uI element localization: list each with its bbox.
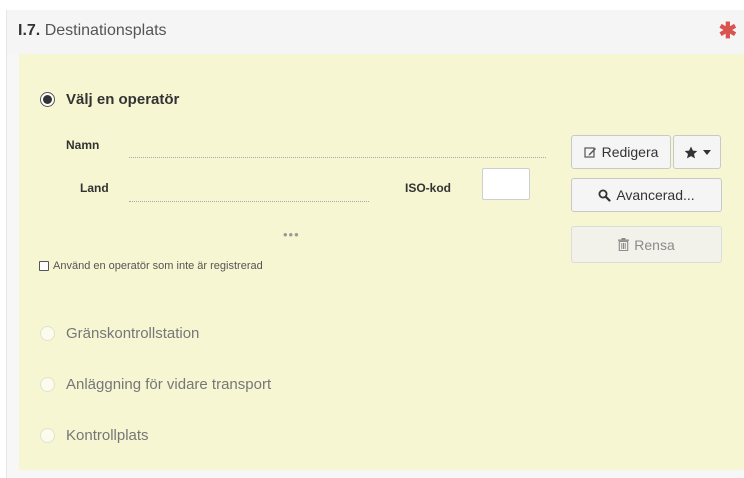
- clear-button-label: Rensa: [634, 236, 675, 253]
- section-title-text: Destinationsplats: [44, 22, 167, 39]
- destination-form: Välj en operatör Namn Land ISO-kod ••• A…: [19, 54, 744, 470]
- name-field[interactable]: [129, 157, 546, 158]
- caret-down-icon: [702, 149, 711, 155]
- name-label: Namn: [66, 138, 100, 152]
- country-label: Land: [80, 181, 109, 195]
- radio-border-station-label: Gränskontrollstation: [66, 325, 200, 342]
- unregistered-operator-checkbox[interactable]: [39, 261, 49, 271]
- iso-code-input[interactable]: [482, 168, 530, 200]
- unregistered-operator-label: Använd en operatör som inte är registrer…: [53, 260, 263, 272]
- radio-operator-label: Välj en operatör: [66, 91, 180, 108]
- trash-icon: [618, 238, 630, 251]
- clear-button[interactable]: Rensa: [571, 226, 722, 263]
- country-field[interactable]: [129, 201, 369, 202]
- radio-border-station[interactable]: Gränskontrollstation: [40, 325, 199, 342]
- radio-onward-transport-label: Anläggning för vidare transport: [66, 376, 272, 393]
- radio-operator-button[interactable]: [40, 92, 55, 107]
- advanced-search-button[interactable]: Avancerad...: [571, 178, 722, 212]
- advanced-search-label: Avancerad...: [616, 187, 695, 203]
- iso-code-label: ISO-kod: [405, 181, 452, 195]
- destination-panel: I.7. Destinationsplats ✱ Välj en operatö…: [6, 10, 744, 478]
- edit-button-label: Redigera: [601, 144, 659, 160]
- more-options-button[interactable]: •••: [283, 227, 300, 242]
- radio-onward-transport-button[interactable]: [40, 377, 55, 392]
- edit-icon: [583, 146, 596, 158]
- radio-operator[interactable]: Välj en operatör: [40, 91, 179, 108]
- favorites-dropdown-button[interactable]: [673, 135, 721, 169]
- radio-control-point[interactable]: Kontrollplats: [40, 427, 149, 444]
- radio-onward-transport[interactable]: Anläggning för vidare transport: [40, 376, 271, 393]
- edit-button[interactable]: Redigera: [571, 135, 671, 169]
- search-icon: [598, 189, 611, 202]
- radio-control-point-label: Kontrollplats: [66, 427, 149, 444]
- section-number: I.7.: [18, 22, 41, 39]
- panel-header: I.7. Destinationsplats ✱: [7, 10, 744, 54]
- unregistered-operator-option[interactable]: Använd en operatör som inte är registrer…: [39, 260, 263, 272]
- star-icon: [684, 146, 697, 158]
- required-icon: ✱: [718, 18, 737, 43]
- section-title: I.7. Destinationsplats: [18, 22, 167, 40]
- radio-control-point-button[interactable]: [40, 428, 55, 443]
- radio-border-station-button[interactable]: [40, 326, 55, 341]
